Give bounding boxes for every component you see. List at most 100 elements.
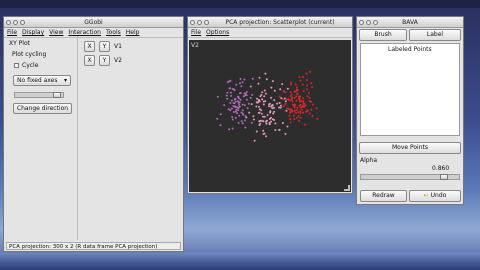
pink-point — [286, 125, 289, 128]
pink-point — [264, 72, 267, 75]
desktop-background — [0, 253, 480, 270]
red-point — [298, 76, 301, 78]
purple-point — [244, 126, 247, 129]
resize-grip-icon[interactable] — [344, 185, 350, 191]
pink-point — [271, 80, 274, 83]
v2-label: V2 — [114, 57, 122, 64]
plot-cycling-label: Plot cycling — [12, 51, 47, 58]
purple-point — [223, 104, 226, 107]
red-point — [288, 114, 291, 117]
bava-window: BAVA Brush Label Labeled Points Move Poi… — [356, 16, 464, 205]
purple-point — [230, 107, 233, 110]
menu-tools[interactable]: Tools — [106, 29, 121, 36]
red-point — [302, 111, 305, 114]
red-point — [298, 100, 301, 103]
red-point — [290, 81, 293, 84]
pink-point — [286, 87, 289, 90]
red-point — [299, 79, 302, 82]
labeled-points-box: Labeled Points — [360, 43, 460, 136]
red-point — [297, 114, 300, 117]
red-point — [297, 120, 300, 122]
alpha-value: 0.860 — [432, 165, 450, 172]
pink-point — [274, 122, 277, 125]
red-point — [293, 103, 296, 106]
red-point — [294, 83, 297, 86]
red-point — [299, 110, 302, 113]
purple-point — [242, 113, 245, 116]
red-point — [292, 114, 295, 117]
slider-handle[interactable] — [53, 92, 61, 98]
v1-x-button[interactable]: X — [84, 41, 95, 52]
red-point — [301, 105, 304, 108]
menu-help[interactable]: Help — [126, 29, 140, 36]
red-point — [299, 112, 302, 115]
alpha-slider[interactable] — [360, 174, 460, 180]
purple-point — [247, 102, 250, 105]
red-point — [308, 112, 311, 115]
scatterplot-titlebar[interactable]: PCA projection: Scatterplot (current) — [188, 17, 352, 28]
red-point — [293, 109, 296, 112]
scatterplot-canvas[interactable]: V2 — [189, 40, 351, 192]
pink-point — [263, 89, 266, 92]
red-point — [284, 91, 287, 94]
pink-point — [278, 101, 281, 104]
cycle-speed-slider[interactable] — [14, 92, 64, 98]
move-points-button[interactable]: Move Points — [359, 142, 461, 154]
purple-point — [250, 121, 253, 124]
undo-button[interactable]: ↩ Undo — [409, 190, 461, 202]
red-point — [310, 100, 312, 103]
pink-point — [255, 130, 258, 133]
menu-file[interactable]: File — [7, 29, 17, 36]
purple-point — [239, 92, 241, 95]
pink-point — [257, 100, 260, 103]
red-point — [295, 88, 298, 91]
purple-point — [216, 117, 219, 120]
purple-point — [226, 81, 229, 84]
v2-x-button[interactable]: X — [84, 55, 95, 66]
v1-y-button[interactable]: Y — [99, 41, 110, 52]
pink-point — [273, 99, 276, 102]
red-point — [289, 91, 292, 94]
purple-point — [240, 85, 243, 88]
purple-point — [243, 104, 246, 107]
purple-point — [241, 122, 244, 125]
purple-point — [239, 77, 242, 80]
pink-point — [262, 129, 265, 132]
purple-point — [228, 128, 231, 131]
menu-display[interactable]: Display — [22, 29, 44, 36]
scatter-points — [216, 70, 319, 142]
menu-file[interactable]: File — [191, 29, 201, 36]
ggobi-titlebar[interactable]: GGobi — [4, 17, 183, 28]
alpha-slider-handle[interactable] — [440, 174, 449, 180]
pink-point — [265, 119, 268, 122]
redraw-button[interactable]: Redraw — [360, 190, 407, 202]
pink-point — [248, 111, 251, 114]
axes-select-value: No fixed axes — [17, 77, 58, 84]
pink-point — [280, 97, 283, 100]
ggobi-window: GGobi File Display View Interaction Tool… — [3, 16, 184, 252]
purple-point — [241, 81, 244, 84]
purple-point — [234, 116, 237, 119]
purple-point — [229, 87, 232, 90]
bava-titlebar[interactable]: BAVA — [357, 17, 463, 28]
red-point — [316, 117, 319, 120]
red-point — [293, 97, 296, 99]
pink-point — [263, 115, 266, 118]
menu-view[interactable]: View — [49, 29, 63, 36]
brush-button[interactable]: Brush — [359, 29, 407, 41]
pink-point — [280, 104, 282, 107]
pink-point — [273, 110, 276, 113]
change-direction-button[interactable]: Change direction — [13, 103, 72, 114]
axes-select[interactable]: No fixed axes ▾ — [13, 75, 71, 86]
pink-point — [253, 139, 256, 142]
cycle-checkbox[interactable] — [14, 63, 19, 68]
scatterplot-window: PCA projection: Scatterplot (current) Fi… — [187, 16, 353, 194]
pink-point — [262, 115, 264, 118]
menu-options[interactable]: Options — [206, 29, 229, 36]
label-button[interactable]: Label — [409, 29, 461, 41]
purple-point — [244, 92, 247, 95]
v2-y-button[interactable]: Y — [99, 55, 110, 66]
pink-point — [265, 122, 268, 125]
menu-interaction[interactable]: Interaction — [68, 29, 101, 36]
purple-point — [238, 103, 241, 106]
